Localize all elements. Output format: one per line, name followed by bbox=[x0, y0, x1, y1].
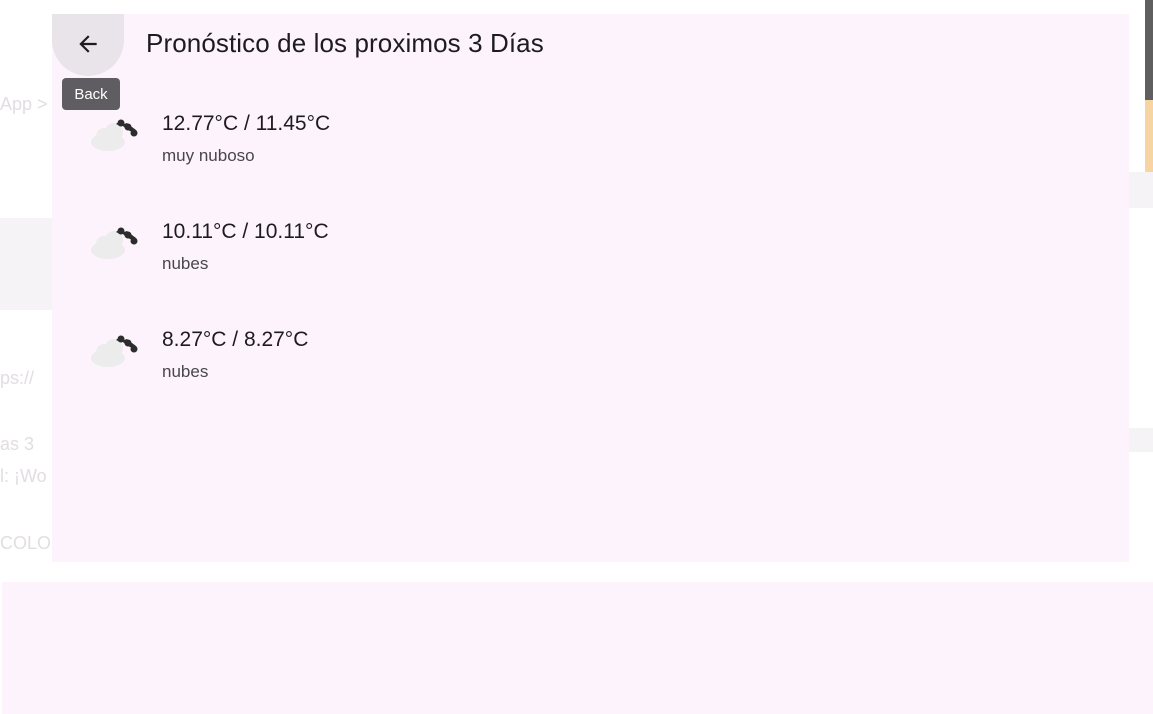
forecast-temperatures: 12.77°C / 11.45°C bbox=[162, 112, 331, 135]
background-band bbox=[1127, 172, 1153, 208]
forecast-description: nubes bbox=[162, 254, 209, 273]
forecast-temperatures: 10.11°C / 10.11°C bbox=[162, 220, 329, 243]
forecast-description: nubes bbox=[162, 362, 209, 381]
forecast-temperatures: 8.27°C / 8.27°C bbox=[162, 328, 309, 351]
background-gap bbox=[52, 562, 1129, 582]
bottom-panel bbox=[2, 582, 1153, 714]
background-edge-strip bbox=[1145, 0, 1153, 180]
forecast-item[interactable]: 8.27°C / 8.27°C nubes bbox=[52, 312, 1129, 420]
background-text: ps:// bbox=[0, 368, 35, 388]
broken-clouds-icon bbox=[91, 119, 138, 151]
page-title: Pronóstico de los proximos 3 Días bbox=[146, 28, 544, 58]
forecast-item[interactable]: 12.77°C / 11.45°C muy nuboso bbox=[52, 96, 1129, 204]
forecast-description: muy nuboso bbox=[162, 146, 255, 165]
background-band bbox=[1127, 428, 1153, 452]
background-text: l: ¡Wo bbox=[0, 466, 47, 486]
broken-clouds-icon bbox=[91, 227, 138, 259]
background-text: as 3 bbox=[0, 434, 35, 454]
forecast-list: 12.77°C / 11.45°C muy nuboso 10.11°C / 1… bbox=[52, 96, 1129, 420]
background-text: COLO bbox=[0, 533, 52, 553]
broken-clouds-icon bbox=[91, 335, 138, 367]
arrow-back-icon bbox=[79, 35, 97, 53]
forecast-item[interactable]: 10.11°C / 10.11°C nubes bbox=[52, 204, 1129, 312]
background-band bbox=[0, 218, 52, 310]
background-text: App > bbox=[0, 94, 48, 114]
